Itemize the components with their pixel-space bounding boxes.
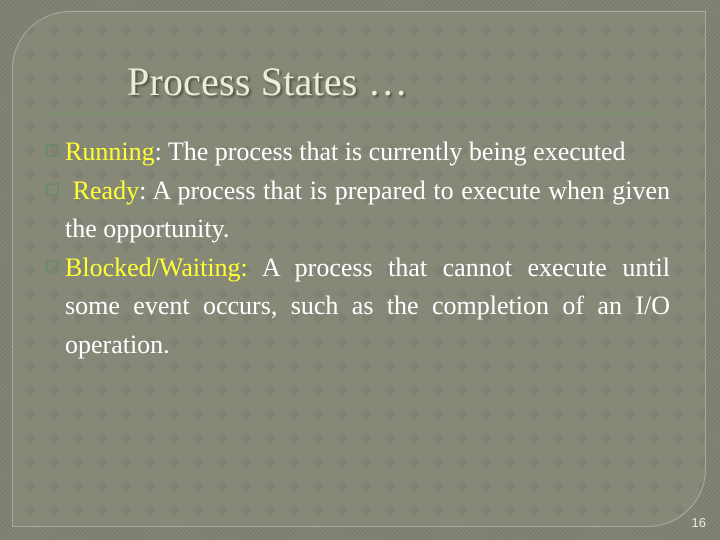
square-bullet-icon xyxy=(46,144,59,157)
slide-title: Process States … xyxy=(127,59,408,104)
square-bullet-icon xyxy=(46,259,59,273)
bullet-item-running: Running: The process that is currently b… xyxy=(46,133,670,172)
bullet-text: A process that is prepared to execute wh… xyxy=(65,175,670,244)
term-separator: : xyxy=(154,137,162,166)
bullet-list: Running: The process that is currently b… xyxy=(46,133,670,364)
bullet-item-blocked: Blocked/Waiting: A process that cannot e… xyxy=(46,249,670,365)
title-divider xyxy=(48,112,656,115)
term-ready: Ready xyxy=(65,175,140,205)
slide-number: 16 xyxy=(691,515,706,530)
term-blocked-waiting: Blocked/Waiting: xyxy=(65,252,248,282)
bullet-text: The process that is currently being exec… xyxy=(161,137,626,166)
bullet-item-ready: Ready: A process that is prepared to exe… xyxy=(46,172,670,249)
term-running: Running xyxy=(65,137,155,166)
square-bullet-icon xyxy=(46,182,59,196)
